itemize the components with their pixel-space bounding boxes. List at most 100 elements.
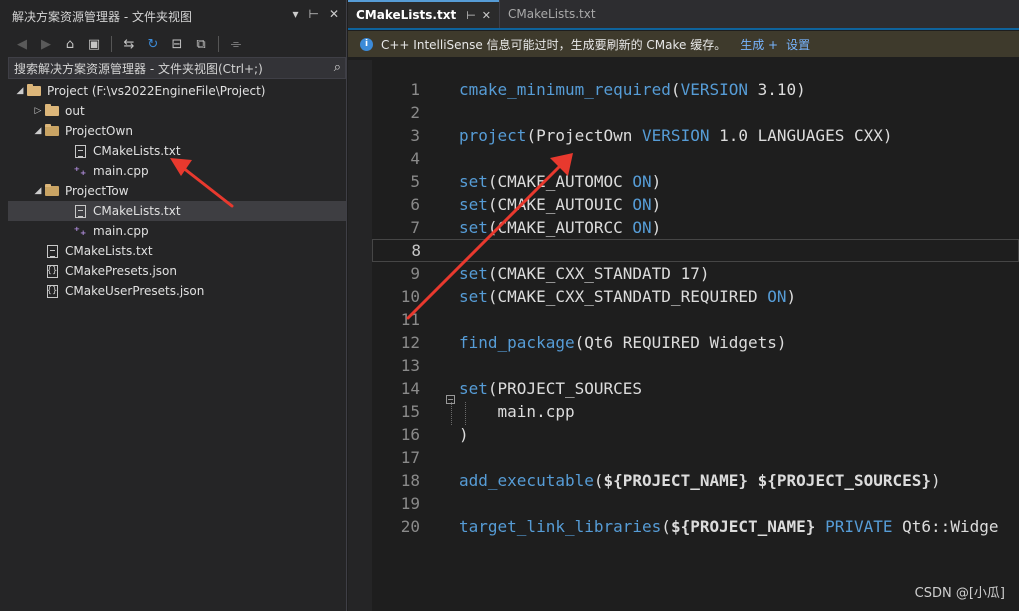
tree-item-label: CMakeUserPresets.json — [65, 284, 205, 298]
refresh-icon[interactable]: ↻ — [143, 34, 163, 54]
code-variable-token: ${PROJECT_SOURCES} — [757, 471, 932, 490]
tree-item-label: main.cpp — [93, 164, 149, 178]
back-icon[interactable]: ◀ — [12, 34, 32, 54]
code-line[interactable]: 20 target_link_libraries(${PROJECT_NAME} … — [372, 515, 1019, 538]
toolbar-divider — [111, 36, 112, 52]
collapse-arrow-icon[interactable]: ◢ — [32, 126, 44, 136]
code-token: ) — [786, 287, 797, 306]
line-number: 6 — [410, 195, 420, 214]
code-token: (PROJECT_SOURCES — [487, 379, 643, 398]
code-line[interactable]: 15 main.cpp — [372, 400, 1019, 425]
sync-with-active-document-icon[interactable]: ⇆ — [119, 34, 139, 54]
line-number: 20 — [400, 517, 420, 536]
tree-item-label: main.cpp — [93, 224, 149, 238]
code-keyword-token: ON — [767, 287, 787, 306]
tree-item[interactable]: ◢ Project (F:\vs2022EngineFile\Project) — [8, 81, 346, 101]
tree-item[interactable]: CMakeLists.txt — [8, 201, 346, 221]
code-line[interactable]: 9 set(CMAKE_CXX_STANDATD 17) — [372, 262, 1019, 285]
text-file-icon — [44, 244, 60, 258]
code-line[interactable]: 16) — [372, 423, 1019, 446]
code-token: (Qt6 REQUIRED Widgets) — [574, 333, 787, 352]
tree-item[interactable]: ◢ ProjectOwn — [8, 121, 346, 141]
folder-open-icon — [44, 124, 60, 138]
expand-arrow-icon[interactable]: ▷ — [32, 106, 44, 116]
line-number: 12 — [400, 333, 420, 352]
code-line[interactable]: 10 set(CMAKE_CXX_STANDATD_REQUIRED ON) — [372, 285, 1019, 308]
code-line[interactable]: 18 add_executable(${PROJECT_NAME} ${PROJE… — [372, 469, 1019, 492]
code-line[interactable]: 13 — [372, 354, 1019, 377]
code-line[interactable]: 5 set(CMAKE_AUTOMOC ON) — [372, 170, 1019, 193]
tree-item[interactable]: CMakeLists.txt — [8, 241, 346, 261]
code-line[interactable]: 14− set(PROJECT_SOURCES — [372, 377, 1019, 404]
code-token: (CMAKE_AUTORCC — [487, 218, 633, 237]
settings-link[interactable]: 设置 — [786, 36, 810, 53]
code-line[interactable]: 3 project(ProjectOwn VERSION 1.0 LANGUAGE… — [372, 124, 1019, 147]
line-number: 1 — [410, 80, 420, 99]
code-text: find_package(Qt6 REQUIRED Widgets) — [459, 333, 787, 352]
solution-explorer-title: 解决方案资源管理器 - 文件夹视图 — [12, 9, 192, 24]
code-text: set(CMAKE_AUTOUIC ON) — [459, 195, 661, 214]
tree-item[interactable]: ◢ ProjectTow — [8, 181, 346, 201]
text-file-icon — [72, 144, 88, 158]
collapse-arrow-icon[interactable]: ◢ — [32, 186, 44, 196]
code-line[interactable]: 11 — [372, 308, 1019, 331]
code-line[interactable]: 17 — [372, 446, 1019, 469]
properties-icon[interactable]: ⌯ — [226, 34, 246, 54]
code-text: project(ProjectOwn VERSION 1.0 LANGUAGES… — [459, 126, 893, 145]
code-text: cmake_minimum_required(VERSION 3.10) — [459, 80, 806, 99]
line-number: 14 — [400, 379, 420, 398]
code-token: (CMAKE_AUTOMOC — [487, 172, 633, 191]
line-number: 18 — [400, 471, 420, 490]
close-icon[interactable]: ✕ — [329, 7, 339, 21]
line-number: 8 — [411, 241, 421, 260]
code-token: Qt6::Widge — [892, 517, 999, 536]
home-icon[interactable]: ⌂ — [60, 34, 80, 54]
tree-item-label: CMakeLists.txt — [93, 144, 181, 158]
code-line[interactable]: 2 — [372, 101, 1019, 124]
code-token: ) — [651, 195, 662, 214]
code-line[interactable]: 8 — [372, 239, 1019, 262]
tree-item[interactable]: ▷ out — [8, 101, 346, 121]
line-number: 5 — [410, 172, 420, 191]
collapse-arrow-icon[interactable]: ◢ — [14, 86, 26, 96]
show-all-files-icon[interactable]: ⧉ — [191, 34, 211, 54]
code-function-token: set — [459, 379, 488, 398]
tab-cmakelists-active[interactable]: CMakeLists.txt ⊢ ✕ — [348, 0, 500, 28]
code-function-token: cmake_minimum_required — [459, 80, 671, 99]
code-token: ) — [651, 172, 662, 191]
code-line[interactable]: 19 — [372, 492, 1019, 515]
code-area[interactable]: 1 cmake_minimum_required(VERSION 3.10) 2 3 p… — [372, 78, 1019, 538]
forward-icon[interactable]: ▶ — [36, 34, 56, 54]
code-function-token: set — [459, 195, 488, 214]
code-line[interactable]: 12 find_package(Qt6 REQUIRED Widgets) — [372, 331, 1019, 354]
code-token: (CMAKE_CXX_STANDATD 17) — [487, 264, 710, 283]
collapse-all-icon[interactable]: ⊟ — [167, 34, 187, 54]
solution-explorer-search-input[interactable]: 搜索解决方案资源管理器 - 文件夹视图(Ctrl+;) ⌕ — [8, 57, 346, 79]
tree-item[interactable]: {} CMakeUserPresets.json — [8, 281, 346, 301]
code-variable-token: ${PROJECT_NAME} — [670, 517, 816, 536]
code-keyword-token: ON — [632, 195, 652, 214]
code-function-token: project — [459, 126, 527, 145]
tree-item[interactable]: ⁺₊ main.cpp — [8, 221, 346, 241]
tab-cmakelists-inactive[interactable]: CMakeLists.txt — [499, 0, 640, 28]
search-icon[interactable]: ⌕ — [334, 60, 341, 75]
tree-item[interactable]: {} CMakePresets.json — [8, 261, 346, 281]
generate-link[interactable]: 生成 + — [740, 36, 778, 53]
solution-tree: ◢ Project (F:\vs2022EngineFile\Project) ▷ o… — [8, 81, 346, 301]
pin-tab-icon[interactable]: ⊢ — [466, 9, 476, 22]
tree-item[interactable]: CMakeLists.txt — [8, 141, 346, 161]
code-text: main.cpp — [451, 402, 575, 425]
close-tab-icon[interactable]: ✕ — [482, 9, 491, 22]
code-line[interactable]: 7 set(CMAKE_AUTORCC ON) — [372, 216, 1019, 239]
code-line[interactable]: 4 — [372, 147, 1019, 170]
line-number: 15 — [400, 402, 420, 421]
code-token: ( — [593, 471, 604, 490]
tab-label: CMakeLists.txt — [508, 7, 596, 21]
code-line[interactable]: 6 set(CMAKE_AUTOUIC ON) — [372, 193, 1019, 216]
window-position-dropdown-icon[interactable]: ▾ — [292, 7, 298, 21]
tree-item[interactable]: ⁺₊ main.cpp — [8, 161, 346, 181]
pin-icon[interactable]: ⊢ — [308, 7, 318, 21]
switch-views-icon[interactable]: ▣ — [84, 34, 104, 54]
code-line[interactable]: 1 cmake_minimum_required(VERSION 3.10) — [372, 78, 1019, 101]
code-function-token: set — [459, 172, 488, 191]
